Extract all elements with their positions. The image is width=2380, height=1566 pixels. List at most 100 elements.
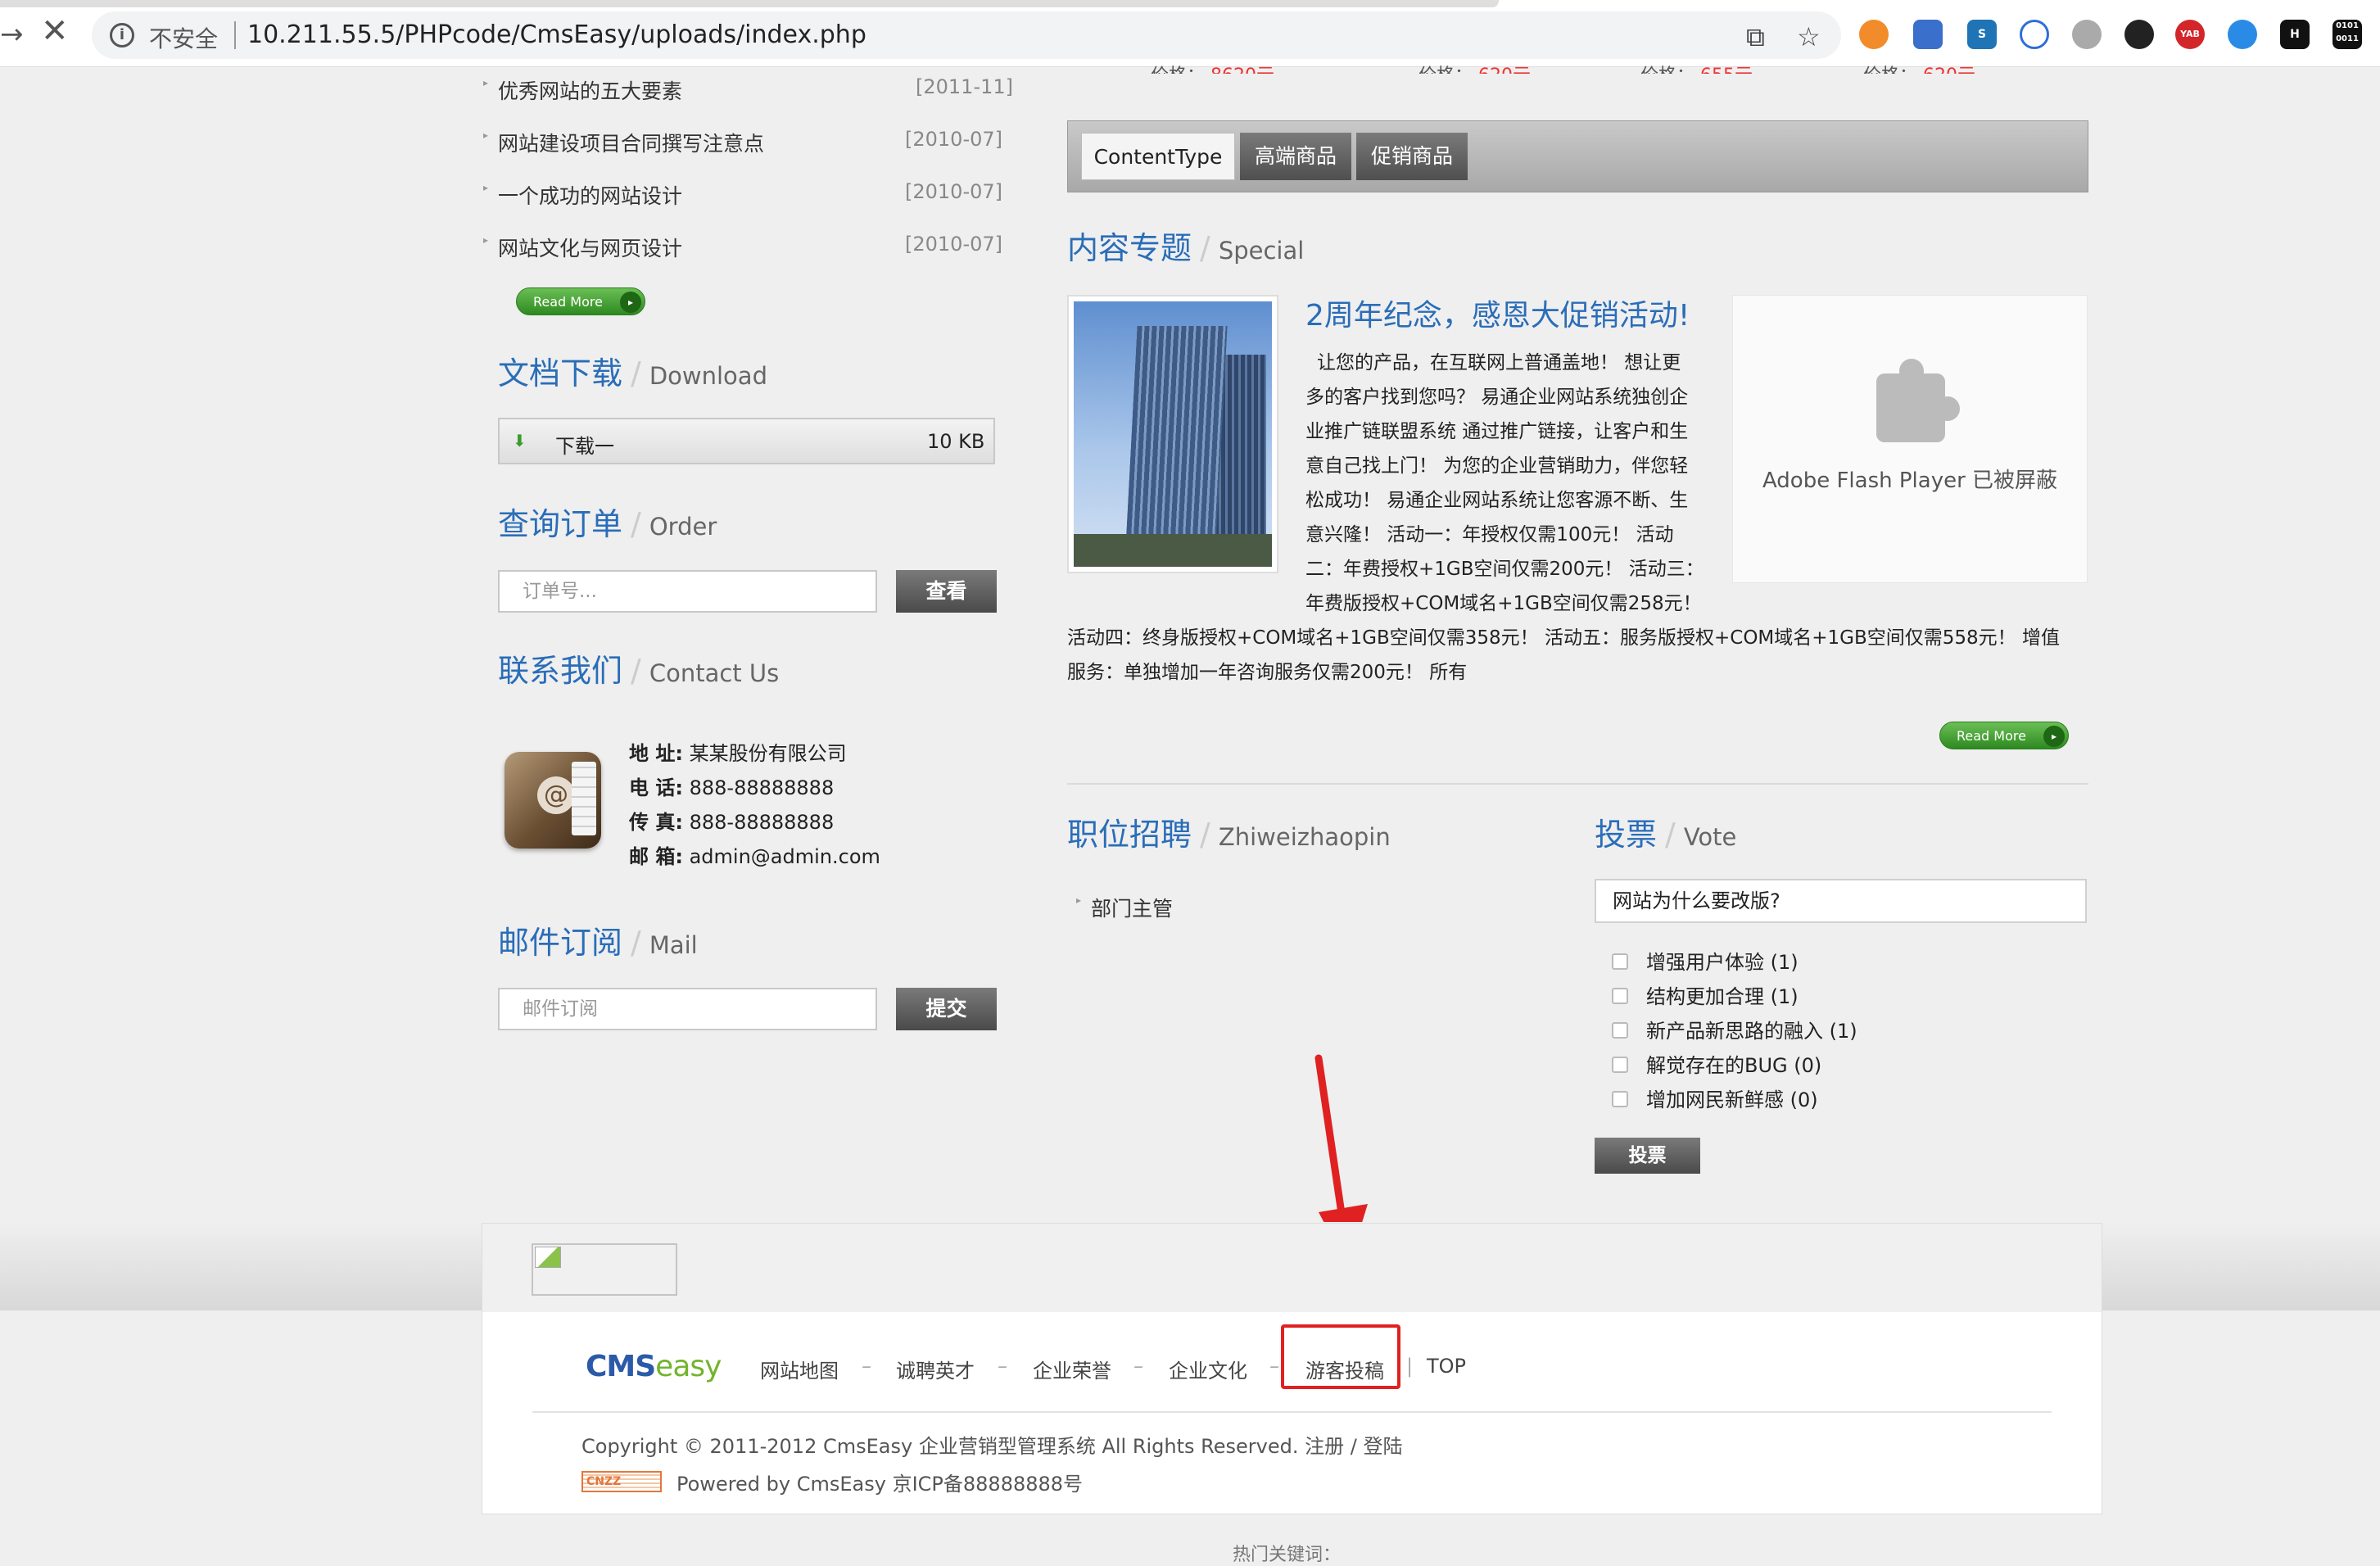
footer-divider <box>532 1411 2052 1413</box>
vote-option[interactable]: 结构更加合理 (1) <box>1646 980 1799 1009</box>
special-body-continued: 活动四：终身版授权+COM域名+1GB空间仅需358元！ 活动五：服务版授权+C… <box>1067 627 2060 683</box>
vote-section-title: 投票 / Vote <box>1595 817 1737 853</box>
tab-high-end[interactable]: 高端商品 <box>1240 133 1351 180</box>
flash-blocked-text: Adobe Flash Player 已被屏蔽 <box>1762 468 2058 493</box>
arrow-right-icon: ▸ <box>2043 726 2065 747</box>
mail-section-title: 邮件订阅 / Mail <box>498 925 698 961</box>
info-icon[interactable]: i <box>110 23 134 48</box>
extension-1-icon[interactable] <box>1859 20 1889 49</box>
vote-checkbox[interactable] <box>1612 1022 1628 1039</box>
vote-checkbox[interactable] <box>1612 988 1628 1004</box>
powered-by-text: Powered by CmsEasy 京ICP备88888888号 <box>676 1473 1084 1496</box>
divider <box>1067 783 2088 785</box>
yab-extension-icon[interactable]: YAB <box>2175 20 2205 49</box>
footer-link-top[interactable]: TOP <box>1427 1355 1466 1378</box>
extension-2-icon[interactable] <box>1913 20 1943 49</box>
extension-3-icon[interactable]: S <box>1967 20 1997 49</box>
article-link[interactable]: 优秀网站的五大要素 <box>483 75 682 105</box>
tab-contenttype[interactable]: ContentType <box>1081 133 1235 180</box>
extension-5-icon[interactable] <box>2072 20 2102 49</box>
article-date: [2010-07] <box>905 128 1003 151</box>
price-fragment: 价格： 655元 <box>1640 61 1753 74</box>
download-size: 10 KB <box>927 430 985 453</box>
address-book-icon: @ <box>505 752 601 849</box>
extension-8-icon[interactable] <box>2228 20 2257 49</box>
vote-option[interactable]: 增强用户体验 (1) <box>1646 946 1799 975</box>
extension-puzzle-icon[interactable]: ⧉ <box>1746 21 1765 53</box>
url-separator <box>234 21 236 49</box>
footer-separator: – <box>1133 1355 1143 1378</box>
cnzz-badge[interactable]: CNZZ <box>581 1471 662 1492</box>
article-date: [2010-07] <box>905 233 1003 256</box>
footer-link-sitemap[interactable]: 网站地图 <box>760 1355 839 1383</box>
h-extension-icon[interactable]: H <box>2280 20 2310 49</box>
hot-keywords-label: 热门关键词： <box>1233 1545 1342 1565</box>
vote-checkbox[interactable] <box>1612 953 1628 970</box>
contact-fax: 传 真: 888-88888888 <box>629 811 835 834</box>
tab-promotion[interactable]: 促销商品 <box>1356 133 1468 180</box>
binary-extension-icon[interactable]: 0101 0011 <box>2332 20 2362 49</box>
price-fragment: 价格： 620元 <box>1418 61 1531 74</box>
price-fragment: 价格： 620元 <box>1863 61 1975 74</box>
vote-option[interactable]: 解觉存在的BUG (0) <box>1646 1049 1821 1078</box>
flash-blocked-placeholder[interactable]: Adobe Flash Player 已被屏蔽 <box>1732 295 2088 583</box>
read-more-button[interactable]: Read More ▸ <box>1939 722 2069 749</box>
broken-image-icon[interactable] <box>532 1243 677 1296</box>
contact-address: 地 址: 某某股份有限公司 <box>629 742 847 765</box>
special-body: 让您的产品，在互联网上普通盖地！ 想让更 多的客户找到您吗？ 易通企业网站系统独… <box>1305 352 1704 614</box>
article-link[interactable]: 网站文化与网页设计 <box>483 233 682 262</box>
download-arrow-icon: ⬇ <box>513 431 527 450</box>
puzzle-plugin-icon <box>1876 359 1960 442</box>
vote-submit-button[interactable]: 投票 <box>1595 1138 1700 1174</box>
order-check-button[interactable]: 查看 <box>896 570 997 613</box>
mail-subscribe-input[interactable]: 邮件订阅 <box>498 988 877 1030</box>
mail-submit-button[interactable]: 提交 <box>896 988 997 1030</box>
download-section-title: 文档下载 / Download <box>498 355 767 392</box>
browser-toolbar: → ✕ i 不安全 10.211.55.5/PHPcode/CmsEasy/up… <box>0 0 2380 67</box>
special-headline[interactable]: 2周年纪念，感恩大促销活动! <box>1305 292 1690 334</box>
url-text[interactable]: 10.211.55.5/PHPcode/CmsEasy/uploads/inde… <box>247 20 866 49</box>
order-section-title: 查询订单 / Order <box>498 506 717 542</box>
footer-separator: – <box>998 1355 1007 1378</box>
special-section-title: 内容专题 / Special <box>1067 230 1305 266</box>
order-number-input[interactable]: 订单号... <box>498 570 877 613</box>
extension-6-icon[interactable] <box>2124 20 2154 49</box>
address-bar[interactable]: i 不安全 10.211.55.5/PHPcode/CmsEasy/upload… <box>92 11 1841 59</box>
vote-checkbox[interactable] <box>1612 1057 1628 1073</box>
download-name: 下载一 <box>555 435 614 458</box>
article-date: [2010-07] <box>905 180 1003 203</box>
footer-separator: – <box>1269 1355 1279 1378</box>
read-more-button[interactable]: Read More ▸ <box>516 287 645 315</box>
footer-separator: – <box>862 1355 871 1378</box>
contact-section-title: 联系我们 / Contact Us <box>498 653 780 689</box>
price-fragment: 价格： 8620元 <box>1151 61 1274 74</box>
footer-link-careers[interactable]: 诚聘英才 <box>896 1355 975 1383</box>
annotation-highlight-box <box>1281 1324 1400 1389</box>
stop-loading-icon[interactable]: ✕ <box>41 15 69 48</box>
cmseasy-logo[interactable]: CMSeasy <box>586 1350 722 1383</box>
tab-strip <box>0 0 1499 7</box>
download-item[interactable]: ⬇ 下载一 10 KB <box>498 418 995 464</box>
job-link[interactable]: 部门主管 <box>1076 893 1173 922</box>
footer-link-culture[interactable]: 企业文化 <box>1169 1355 1247 1383</box>
vote-option[interactable]: 增加网民新鲜感 (0) <box>1646 1084 1818 1112</box>
content-type-tabbar: ContentType 高端商品 促销商品 <box>1067 120 2088 192</box>
vote-option[interactable]: 新产品新思路的融入 (1) <box>1646 1015 1857 1043</box>
building-image[interactable] <box>1067 295 1278 573</box>
article-link[interactable]: 一个成功的网站设计 <box>483 180 682 210</box>
footer-separator: | <box>1406 1355 1414 1378</box>
vote-checkbox[interactable] <box>1612 1091 1628 1107</box>
cloud-icon[interactable] <box>2020 20 2049 49</box>
vote-question: 网站为什么要改版? <box>1595 879 2087 923</box>
contact-phone: 电 话: 888-88888888 <box>629 776 835 799</box>
arrow-right-icon: ▸ <box>620 292 641 313</box>
contact-email[interactable]: 邮 箱: admin@admin.com <box>629 840 880 869</box>
forward-arrow-icon[interactable]: → <box>0 18 24 51</box>
jobs-section-title: 职位招聘 / Zhiweizhaopin <box>1067 817 1391 853</box>
security-label[interactable]: 不安全 <box>149 21 218 54</box>
bookmark-star-icon[interactable]: ☆ <box>1797 21 1821 52</box>
copyright-text: Copyright © 2011-2012 CmsEasy 企业营销型管理系统 … <box>581 1435 1403 1458</box>
article-link[interactable]: 网站建设项目合同撰写注意点 <box>483 128 764 157</box>
footer-banner-area <box>482 1224 2102 1312</box>
footer-link-honors[interactable]: 企业荣誉 <box>1033 1355 1111 1383</box>
